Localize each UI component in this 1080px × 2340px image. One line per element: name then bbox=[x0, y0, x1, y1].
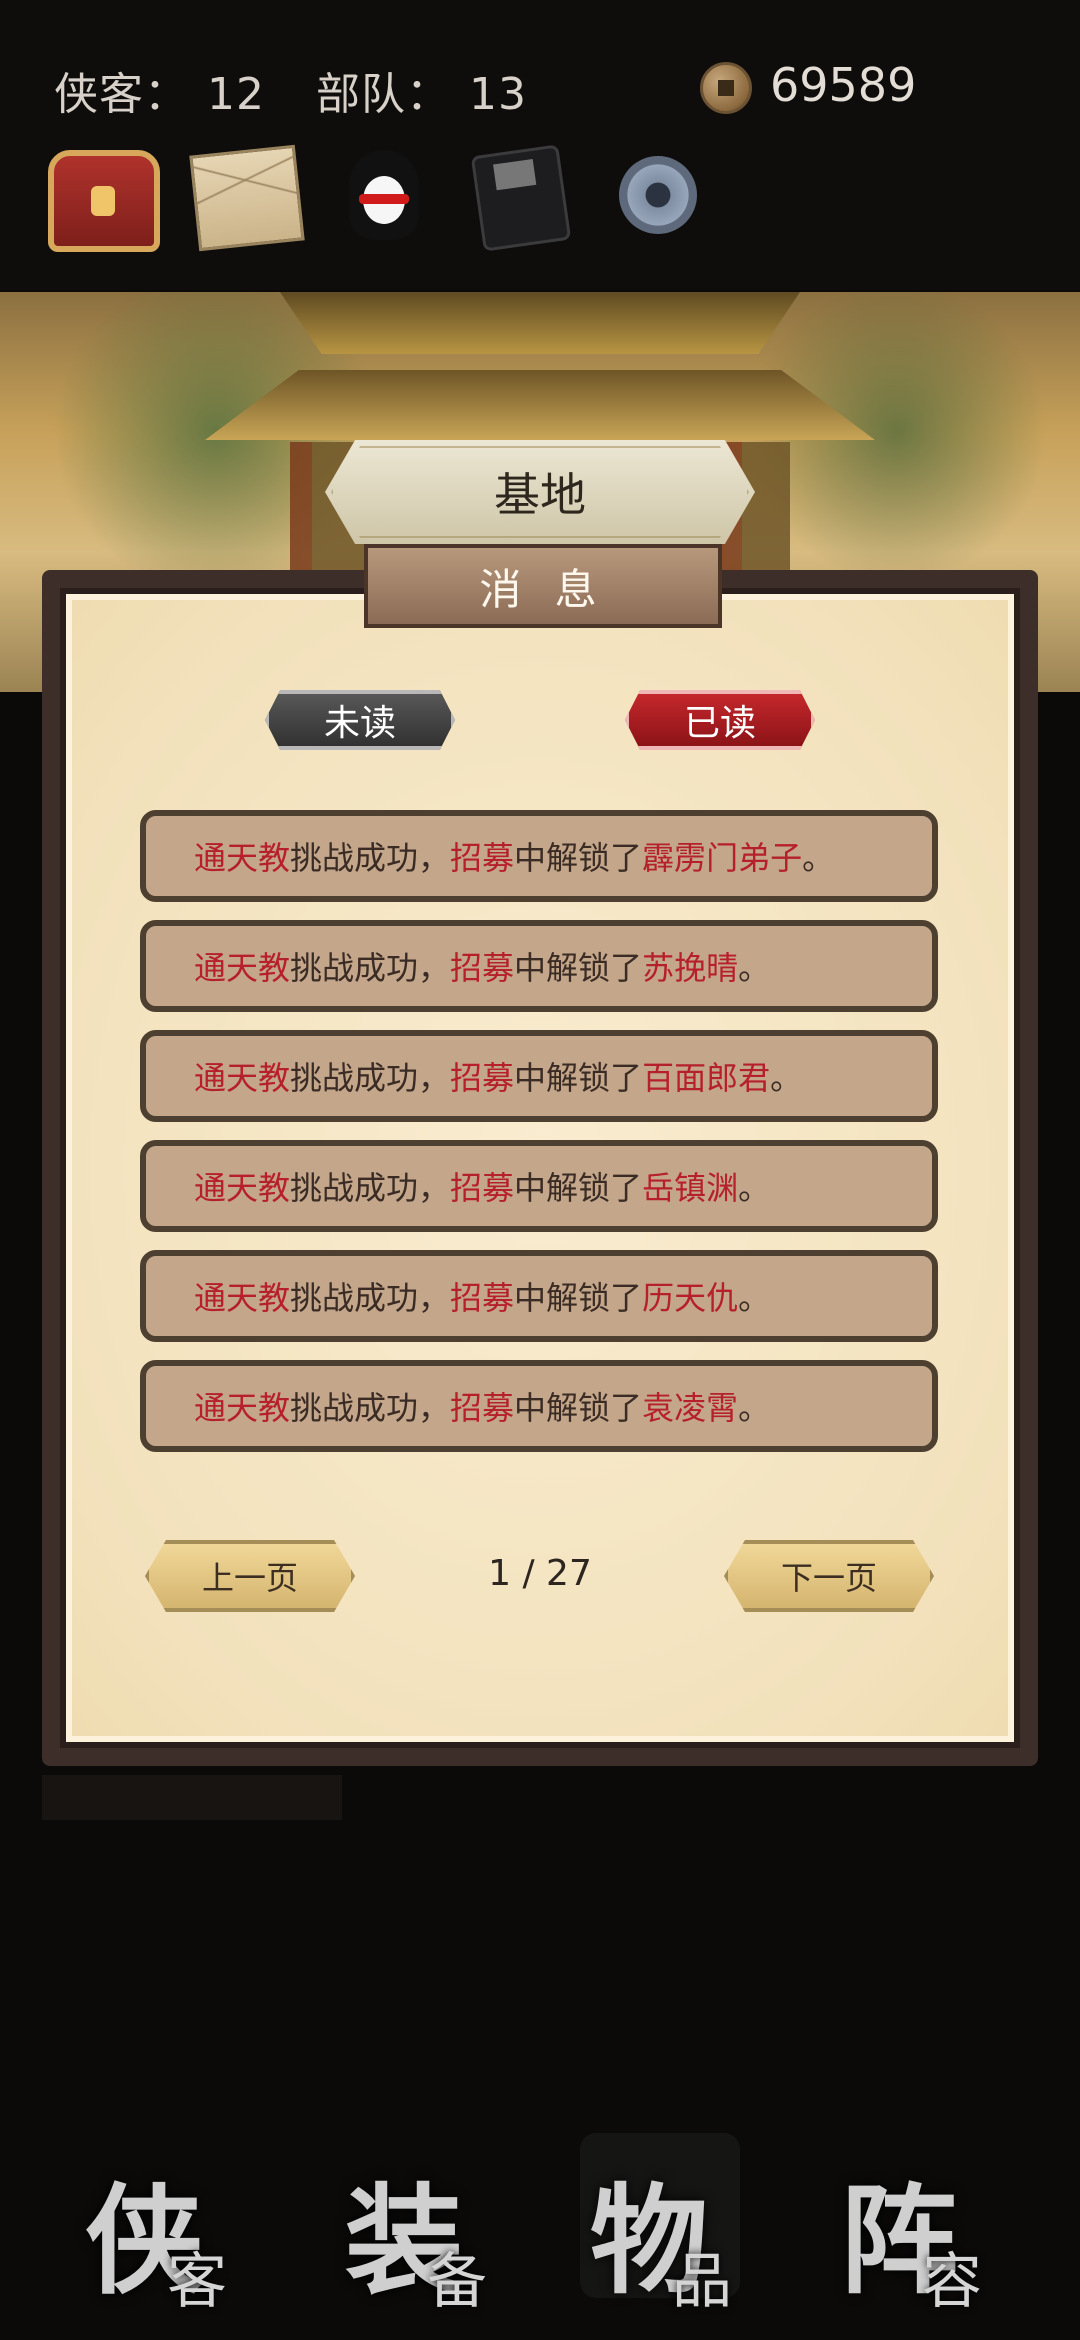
background-shadow bbox=[42, 1775, 342, 1820]
troops-stat: 部队： 13 bbox=[316, 69, 527, 120]
nav-equipment[interactable]: 装 备 bbox=[345, 2145, 515, 2317]
treasure-chest-icon[interactable] bbox=[48, 150, 160, 252]
message-item: 通天教 挑战成功， 招募 中解锁了 袁凌霄。 bbox=[140, 1360, 938, 1452]
stats-line: 侠客： 12 部队： 13 bbox=[54, 58, 563, 122]
tab-unread[interactable]: 未读 bbox=[265, 690, 455, 750]
settings-gear-icon[interactable] bbox=[619, 156, 697, 234]
message-item: 通天教 挑战成功， 招募 中解锁了 百面郎君。 bbox=[140, 1030, 938, 1122]
location-title: 基地 bbox=[325, 440, 755, 544]
tab-read[interactable]: 已读 bbox=[625, 690, 815, 750]
nav-heroes[interactable]: 侠 客 bbox=[85, 2145, 255, 2317]
mail-icon[interactable] bbox=[189, 144, 305, 252]
heroes-stat: 侠客： 12 bbox=[54, 69, 265, 120]
message-item: 通天教 挑战成功， 招募 中解锁了 霹雳门弟子。 bbox=[140, 810, 938, 902]
temple-roof bbox=[280, 292, 800, 354]
nav-items[interactable]: 物 品 bbox=[580, 2133, 760, 2317]
message-item: 通天教 挑战成功， 招募 中解锁了 历天仇。 bbox=[140, 1250, 938, 1342]
bottom-navigation: 侠 客 装 备 物 品 阵 容 bbox=[0, 2130, 1080, 2340]
coin-icon bbox=[700, 62, 752, 114]
message-item: 通天教 挑战成功， 招募 中解锁了 岳镇渊。 bbox=[140, 1140, 938, 1232]
qq-penguin-icon[interactable] bbox=[349, 150, 419, 240]
dialog-title: 消 息 bbox=[364, 544, 722, 628]
toolbar-icons bbox=[48, 144, 708, 252]
temple-roof-lower bbox=[205, 370, 875, 440]
next-page-button[interactable]: 下一页 bbox=[724, 1540, 934, 1612]
coin-count: 69589 bbox=[770, 58, 917, 112]
nav-formation[interactable]: 阵 容 bbox=[840, 2145, 1010, 2317]
message-item: 通天教 挑战成功， 招募 中解锁了 苏挽晴。 bbox=[140, 920, 938, 1012]
top-bar: 侠客： 12 部队： 13 69589 bbox=[0, 0, 1080, 290]
save-disk-icon[interactable] bbox=[470, 144, 572, 252]
